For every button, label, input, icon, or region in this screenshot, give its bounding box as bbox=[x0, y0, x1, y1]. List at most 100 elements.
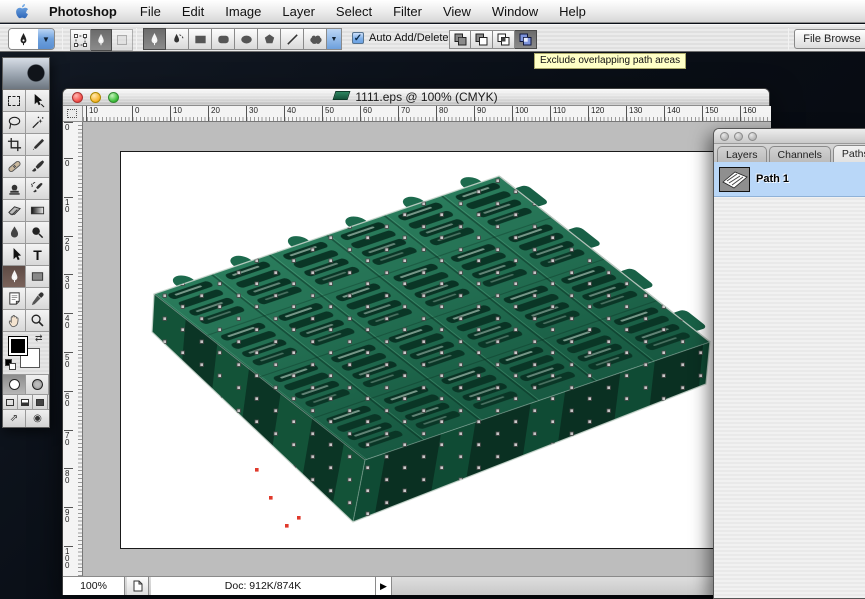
exclude-overlapping-path-areas-button[interactable] bbox=[515, 30, 537, 49]
ruler-label: 100 bbox=[512, 106, 528, 122]
polygon-tool-button[interactable] bbox=[258, 28, 281, 50]
ellipse-tool-button[interactable] bbox=[235, 28, 258, 50]
preset-dropdown-arrow-icon[interactable]: ▼ bbox=[38, 29, 54, 49]
file-browser-button[interactable]: File Browse bbox=[794, 29, 865, 49]
subtract-path-area-icon bbox=[475, 33, 488, 46]
rounded-rectangle-tool-button[interactable] bbox=[212, 28, 235, 50]
blur-tool[interactable] bbox=[3, 222, 26, 244]
brush-tool[interactable] bbox=[26, 156, 49, 178]
menu-item[interactable]: Edit bbox=[182, 4, 204, 19]
palette-close-button[interactable] bbox=[720, 132, 729, 141]
zoom-tool[interactable] bbox=[26, 310, 49, 332]
path-selection-tool[interactable] bbox=[3, 244, 26, 266]
menu-item[interactable]: Image bbox=[225, 4, 261, 19]
fullscreen-mode-button[interactable] bbox=[33, 395, 48, 409]
quick-mask-mode-button[interactable] bbox=[26, 374, 49, 394]
gradient-icon bbox=[30, 203, 45, 218]
type-tool[interactable]: T bbox=[26, 244, 49, 266]
menu-item[interactable]: View bbox=[443, 4, 471, 19]
menu-item[interactable]: Help bbox=[559, 4, 586, 19]
path-list-item-selected[interactable]: Path 1 bbox=[714, 162, 865, 197]
fill-pixels-button[interactable] bbox=[112, 29, 133, 51]
fill-pixels-icon bbox=[116, 34, 128, 46]
palette-zoom-button[interactable] bbox=[748, 132, 757, 141]
page-preview-button[interactable] bbox=[127, 577, 149, 595]
hand-tool[interactable] bbox=[3, 310, 26, 332]
rectangular-marquee-tool[interactable] bbox=[3, 90, 26, 112]
auto-add-delete-checkbox[interactable]: ✓ Auto Add/Delete bbox=[352, 32, 449, 44]
gradient-tool[interactable] bbox=[26, 200, 49, 222]
clone-stamp-tool[interactable] bbox=[3, 178, 26, 200]
menu-item[interactable]: Layer bbox=[282, 4, 315, 19]
healing-brush-tool[interactable] bbox=[3, 156, 26, 178]
apple-menu-icon[interactable] bbox=[14, 3, 29, 19]
imageready-icon-button[interactable]: ◉ bbox=[26, 410, 49, 427]
freeform-pen-tool-button[interactable] bbox=[166, 28, 189, 50]
freeform-pen-icon bbox=[170, 32, 185, 47]
history-brush-tool[interactable] bbox=[26, 178, 49, 200]
menu-app-name[interactable]: Photoshop bbox=[49, 4, 117, 19]
separator bbox=[136, 28, 137, 50]
status-popup-arrow[interactable]: ▶ bbox=[376, 577, 392, 595]
crop-tool[interactable] bbox=[3, 134, 26, 156]
pen-tool[interactable] bbox=[3, 266, 26, 288]
tools-dropdown-arrow[interactable]: ▼ bbox=[327, 28, 342, 50]
eyedropper-tool[interactable] bbox=[26, 288, 49, 310]
ruler-label: 140 bbox=[664, 106, 680, 122]
ruler-label: 20 bbox=[64, 236, 73, 252]
rectangle-tool-button[interactable] bbox=[189, 28, 212, 50]
standard-mode-button[interactable] bbox=[3, 374, 26, 394]
ruler-origin-box[interactable] bbox=[63, 106, 83, 122]
custom-shape-tool-button[interactable] bbox=[304, 28, 327, 50]
doc-size-field[interactable]: Doc: 912K/874K bbox=[151, 577, 376, 595]
standard-screen-mode-button[interactable] bbox=[3, 395, 18, 409]
slice-tool[interactable] bbox=[26, 134, 49, 156]
palette-title-bar[interactable] bbox=[714, 129, 865, 144]
paths-mode-button[interactable] bbox=[91, 29, 112, 51]
pasteboard[interactable] bbox=[83, 122, 771, 576]
foreground-color-swatch[interactable] bbox=[8, 336, 28, 356]
palette-tab[interactable]: Channels bbox=[769, 146, 831, 162]
palette-tab[interactable]: Paths bbox=[833, 145, 865, 162]
checkbox-checked-icon: ✓ bbox=[352, 32, 364, 44]
menu-item[interactable]: Filter bbox=[393, 4, 422, 19]
line-icon bbox=[285, 32, 300, 47]
subtract-path-area-button[interactable] bbox=[471, 30, 493, 49]
fullscreen-with-menu-button[interactable] bbox=[18, 395, 33, 409]
menu-item[interactable]: Window bbox=[492, 4, 538, 19]
path-thumbnail[interactable] bbox=[719, 167, 750, 192]
eraser-tool[interactable] bbox=[3, 200, 26, 222]
history-brush-icon bbox=[30, 181, 45, 196]
zoom-level-field[interactable]: 100% bbox=[63, 577, 125, 595]
horizontal-ruler[interactable]: 10 0102030405060708090100110120130140150… bbox=[83, 106, 771, 122]
canvas[interactable] bbox=[120, 151, 771, 549]
dodge-tool[interactable] bbox=[26, 222, 49, 244]
shape-layers-button[interactable] bbox=[70, 29, 91, 51]
lasso-tool[interactable] bbox=[3, 112, 26, 134]
notes-tool[interactable] bbox=[3, 288, 26, 310]
ruler-label: 70 bbox=[398, 106, 410, 122]
pen-tool-button[interactable] bbox=[143, 28, 166, 50]
line-tool-button[interactable] bbox=[281, 28, 304, 50]
vertical-ruler[interactable]: 0 0102030405060708090100 bbox=[63, 122, 83, 576]
palette-minimize-button[interactable] bbox=[734, 132, 743, 141]
swap-colors-icon[interactable]: ⇄ bbox=[35, 333, 43, 344]
shape-layers-icon bbox=[74, 34, 87, 47]
shape-tool[interactable] bbox=[26, 266, 49, 288]
tool-preset-picker[interactable]: ▼ bbox=[8, 28, 55, 50]
add-path-area-button[interactable] bbox=[449, 30, 471, 49]
palette-tab[interactable]: Layers bbox=[717, 146, 767, 162]
magic-wand-tool[interactable] bbox=[26, 112, 49, 134]
palette-tabs: LayersChannelsPaths bbox=[714, 144, 865, 162]
menu-item[interactable]: Select bbox=[336, 4, 372, 19]
intersect-path-areas-button[interactable] bbox=[493, 30, 515, 49]
default-colors-icon[interactable] bbox=[5, 359, 15, 369]
jump-to-imageready-button[interactable]: ⇗ bbox=[3, 410, 26, 427]
path-thumbnail-icon bbox=[720, 168, 749, 191]
document-title: 1111.eps @ 100% (CMYK) bbox=[63, 90, 769, 104]
menu-item[interactable]: File bbox=[140, 4, 161, 19]
path-name-label[interactable]: Path 1 bbox=[756, 173, 789, 185]
toolbox-header-art[interactable] bbox=[3, 58, 49, 90]
move-tool[interactable] bbox=[26, 90, 49, 112]
document-title-bar[interactable]: 1111.eps @ 100% (CMYK) bbox=[63, 89, 769, 106]
